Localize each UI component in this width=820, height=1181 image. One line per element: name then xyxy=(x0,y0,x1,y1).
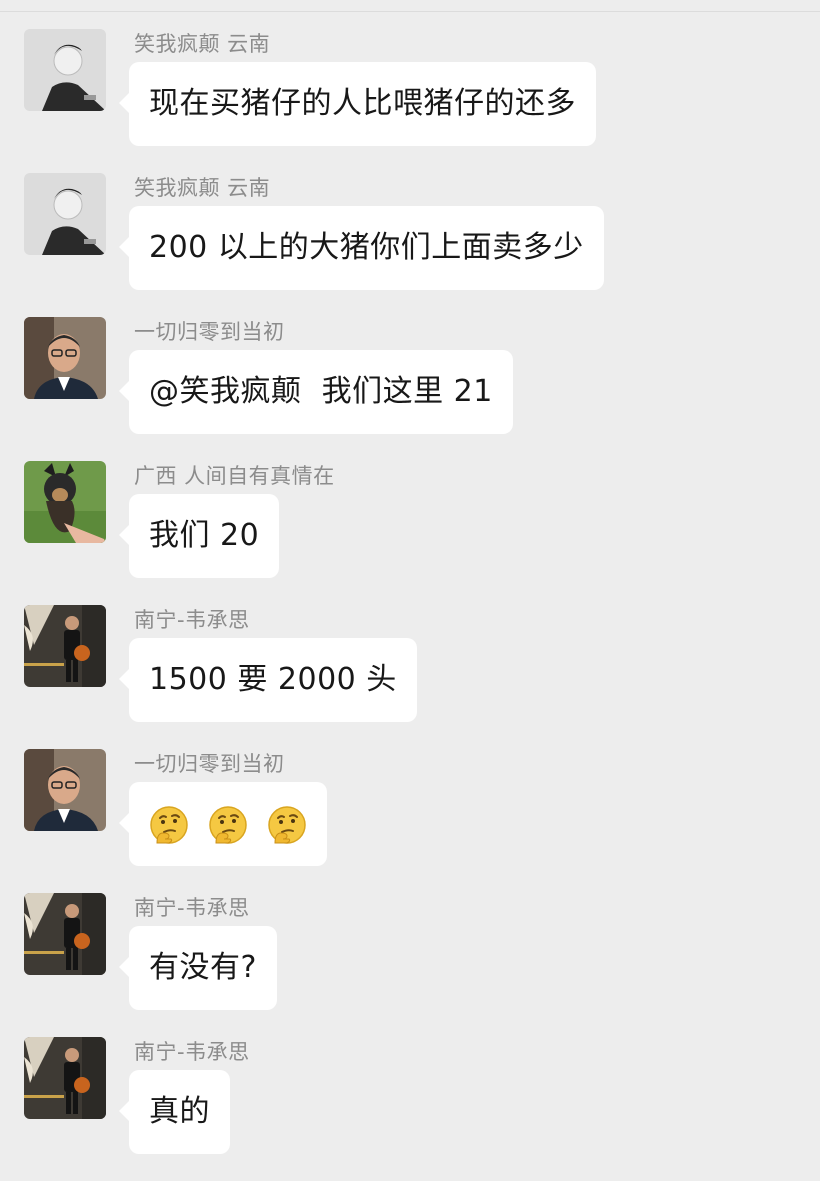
chat-message: 南宁-韦承思 有没有? xyxy=(0,893,820,1037)
message-bubble[interactable]: 有没有? xyxy=(119,926,277,1010)
sender-name: 笑我疯颠 云南 xyxy=(134,176,271,200)
message-bubble[interactable]: 1500 要 2000 头 xyxy=(119,638,417,722)
chat-message: 笑我疯颠 云南 现在买猪仔的人比喂猪仔的还多 xyxy=(0,29,820,173)
sender-name: 一切归零到当初 xyxy=(134,752,285,776)
message-bubble[interactable]: 现在买猪仔的人比喂猪仔的还多 xyxy=(119,62,596,146)
thinking-face-icon xyxy=(209,806,247,844)
sender-name: 南宁-韦承思 xyxy=(134,608,250,632)
chat-message: 一切归零到当初 xyxy=(0,749,820,893)
thinking-face-icon xyxy=(150,806,188,844)
chat-message: 一切归零到当初 @笑我疯颠 我们这里 21 xyxy=(0,317,820,461)
sender-name: 笑我疯颠 云南 xyxy=(134,32,271,56)
chat-message: 笑我疯颠 云南 200 以上的大猪你们上面卖多少 xyxy=(0,173,820,317)
chat-message: 南宁-韦承思 真的 xyxy=(0,1037,820,1181)
sender-name: 南宁-韦承思 xyxy=(134,1040,250,1064)
avatar[interactable] xyxy=(24,173,106,255)
avatar[interactable] xyxy=(24,1037,106,1119)
message-bubble[interactable]: 真的 xyxy=(119,1070,230,1154)
avatar-man-glasses-image xyxy=(24,317,106,399)
avatar[interactable] xyxy=(24,29,106,111)
message-bubble[interactable]: 200 以上的大猪你们上面卖多少 xyxy=(119,206,604,290)
avatar-young-man-bw-image xyxy=(24,173,106,255)
sender-name: 广西 人间自有真情在 xyxy=(134,464,335,488)
message-bubble[interactable]: 我们 20 xyxy=(118,494,280,578)
avatar[interactable] xyxy=(24,605,106,687)
avatar-man-basketball-image xyxy=(24,1037,106,1119)
chat-message: 广西 人间自有真情在 我们 20 xyxy=(0,461,820,605)
sender-name: 一切归零到当初 xyxy=(134,320,285,344)
message-bubble[interactable]: @笑我疯颠 我们这里 21 xyxy=(119,350,513,434)
sender-name: 南宁-韦承思 xyxy=(134,896,250,920)
chat-message-list[interactable]: 笑我疯颠 云南 现在买猪仔的人比喂猪仔的还多 笑我疯颠 云南 200 以上的大猪… xyxy=(0,0,820,1172)
emoji-row xyxy=(149,783,307,867)
avatar[interactable] xyxy=(24,749,106,831)
avatar[interactable] xyxy=(24,893,106,975)
avatar-man-basketball-image xyxy=(24,893,106,975)
avatar-man-glasses-image xyxy=(24,749,106,831)
avatar-man-basketball-image xyxy=(24,605,106,687)
avatar-dog-image xyxy=(24,461,106,543)
chat-message: 南宁-韦承思 1500 要 2000 头 xyxy=(0,605,820,749)
message-bubble-emoji[interactable] xyxy=(118,782,328,867)
avatar-young-man-bw-image xyxy=(24,29,106,111)
thinking-face-icon xyxy=(268,806,306,844)
avatar[interactable] xyxy=(24,461,106,543)
avatar[interactable] xyxy=(24,317,106,399)
